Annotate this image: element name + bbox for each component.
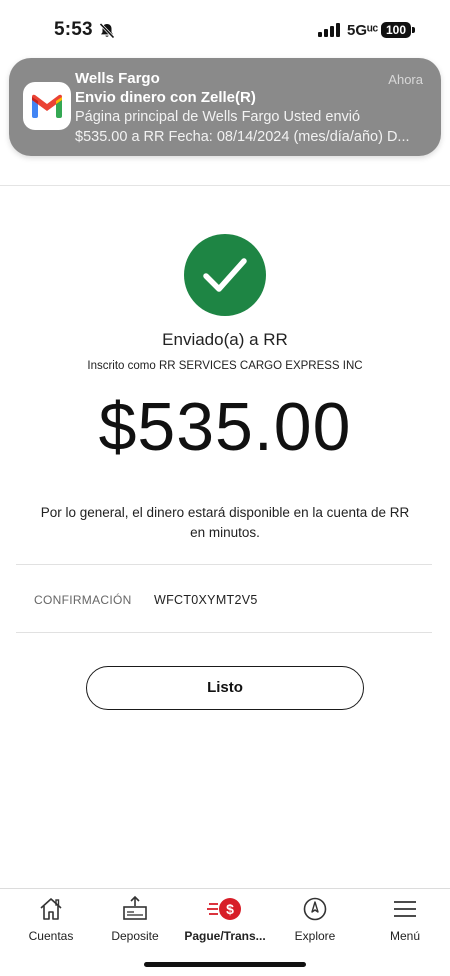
enrolled-as-label: Inscrito como RR SERVICES CARGO EXPRESS … (87, 360, 363, 372)
availability-line-2: en minutos. (190, 525, 260, 540)
transfer-amount: $535.00 (98, 389, 352, 465)
clock-time: 5:53 (54, 19, 93, 40)
success-badge (184, 234, 266, 316)
sent-to-label: Enviado(a) a RR (162, 330, 288, 349)
battery-icon: 100 (381, 22, 411, 38)
tab-label: Cuentas (28, 929, 74, 943)
notification-body-line-2: $535.00 a RR Fecha: 08/14/2024 (mes/día/… (75, 129, 410, 145)
battery-tip (412, 27, 415, 33)
svg-text:$: $ (226, 901, 234, 917)
check-deposit-icon (123, 895, 147, 920)
tab-deposite[interactable]: Deposite (90, 895, 180, 943)
tab-pague-transfiera[interactable]: $ Pague/Trans... (180, 895, 270, 943)
tab-label: Pague/Trans... (184, 929, 266, 943)
availability-line-1: Por lo general, el dinero estará disponi… (40, 505, 410, 520)
divider (16, 632, 432, 633)
compass-icon (303, 897, 327, 921)
status-bar: 5:53 5Gᵘᶜ 100 (0, 0, 450, 60)
divider (16, 564, 432, 565)
tab-cuentas[interactable]: Cuentas (6, 895, 96, 943)
notification-banner[interactable]: Wells Fargo Ahora Envio dinero con Zelle… (9, 58, 441, 156)
network-type: 5Gᵘᶜ (347, 22, 379, 39)
tab-menu[interactable]: Menú (360, 895, 450, 943)
tab-label: Explore (294, 929, 336, 943)
confirmation-label: CONFIRMACIÓN (34, 593, 132, 607)
done-button[interactable]: Listo (86, 666, 364, 710)
checkmark-icon (203, 258, 247, 292)
notification-body: Página principal de Wells Fargo Usted en… (75, 107, 425, 147)
signal-bars-icon (318, 23, 340, 37)
bell-slash-icon (99, 22, 115, 39)
dollar-send-icon: $ (207, 898, 241, 920)
house-icon (40, 898, 62, 920)
home-indicator[interactable] (144, 962, 306, 967)
notification-time: Ahora (388, 72, 423, 87)
hamburger-menu-icon (394, 901, 416, 917)
tab-explore[interactable]: Explore (270, 895, 360, 943)
gmail-icon (23, 82, 71, 130)
notification-body-line-1: Página principal de Wells Fargo Usted en… (75, 109, 361, 125)
header-divider (0, 185, 450, 186)
notification-title: Envio dinero con Zelle(R) (75, 89, 256, 106)
confirmation-number: WFCT0XYMT2V5 (154, 593, 258, 607)
tab-label: Deposite (111, 929, 159, 943)
notification-app-name: Wells Fargo (75, 70, 160, 87)
tab-label: Menú (389, 929, 421, 943)
availability-message: Por lo general, el dinero estará disponi… (28, 503, 422, 543)
